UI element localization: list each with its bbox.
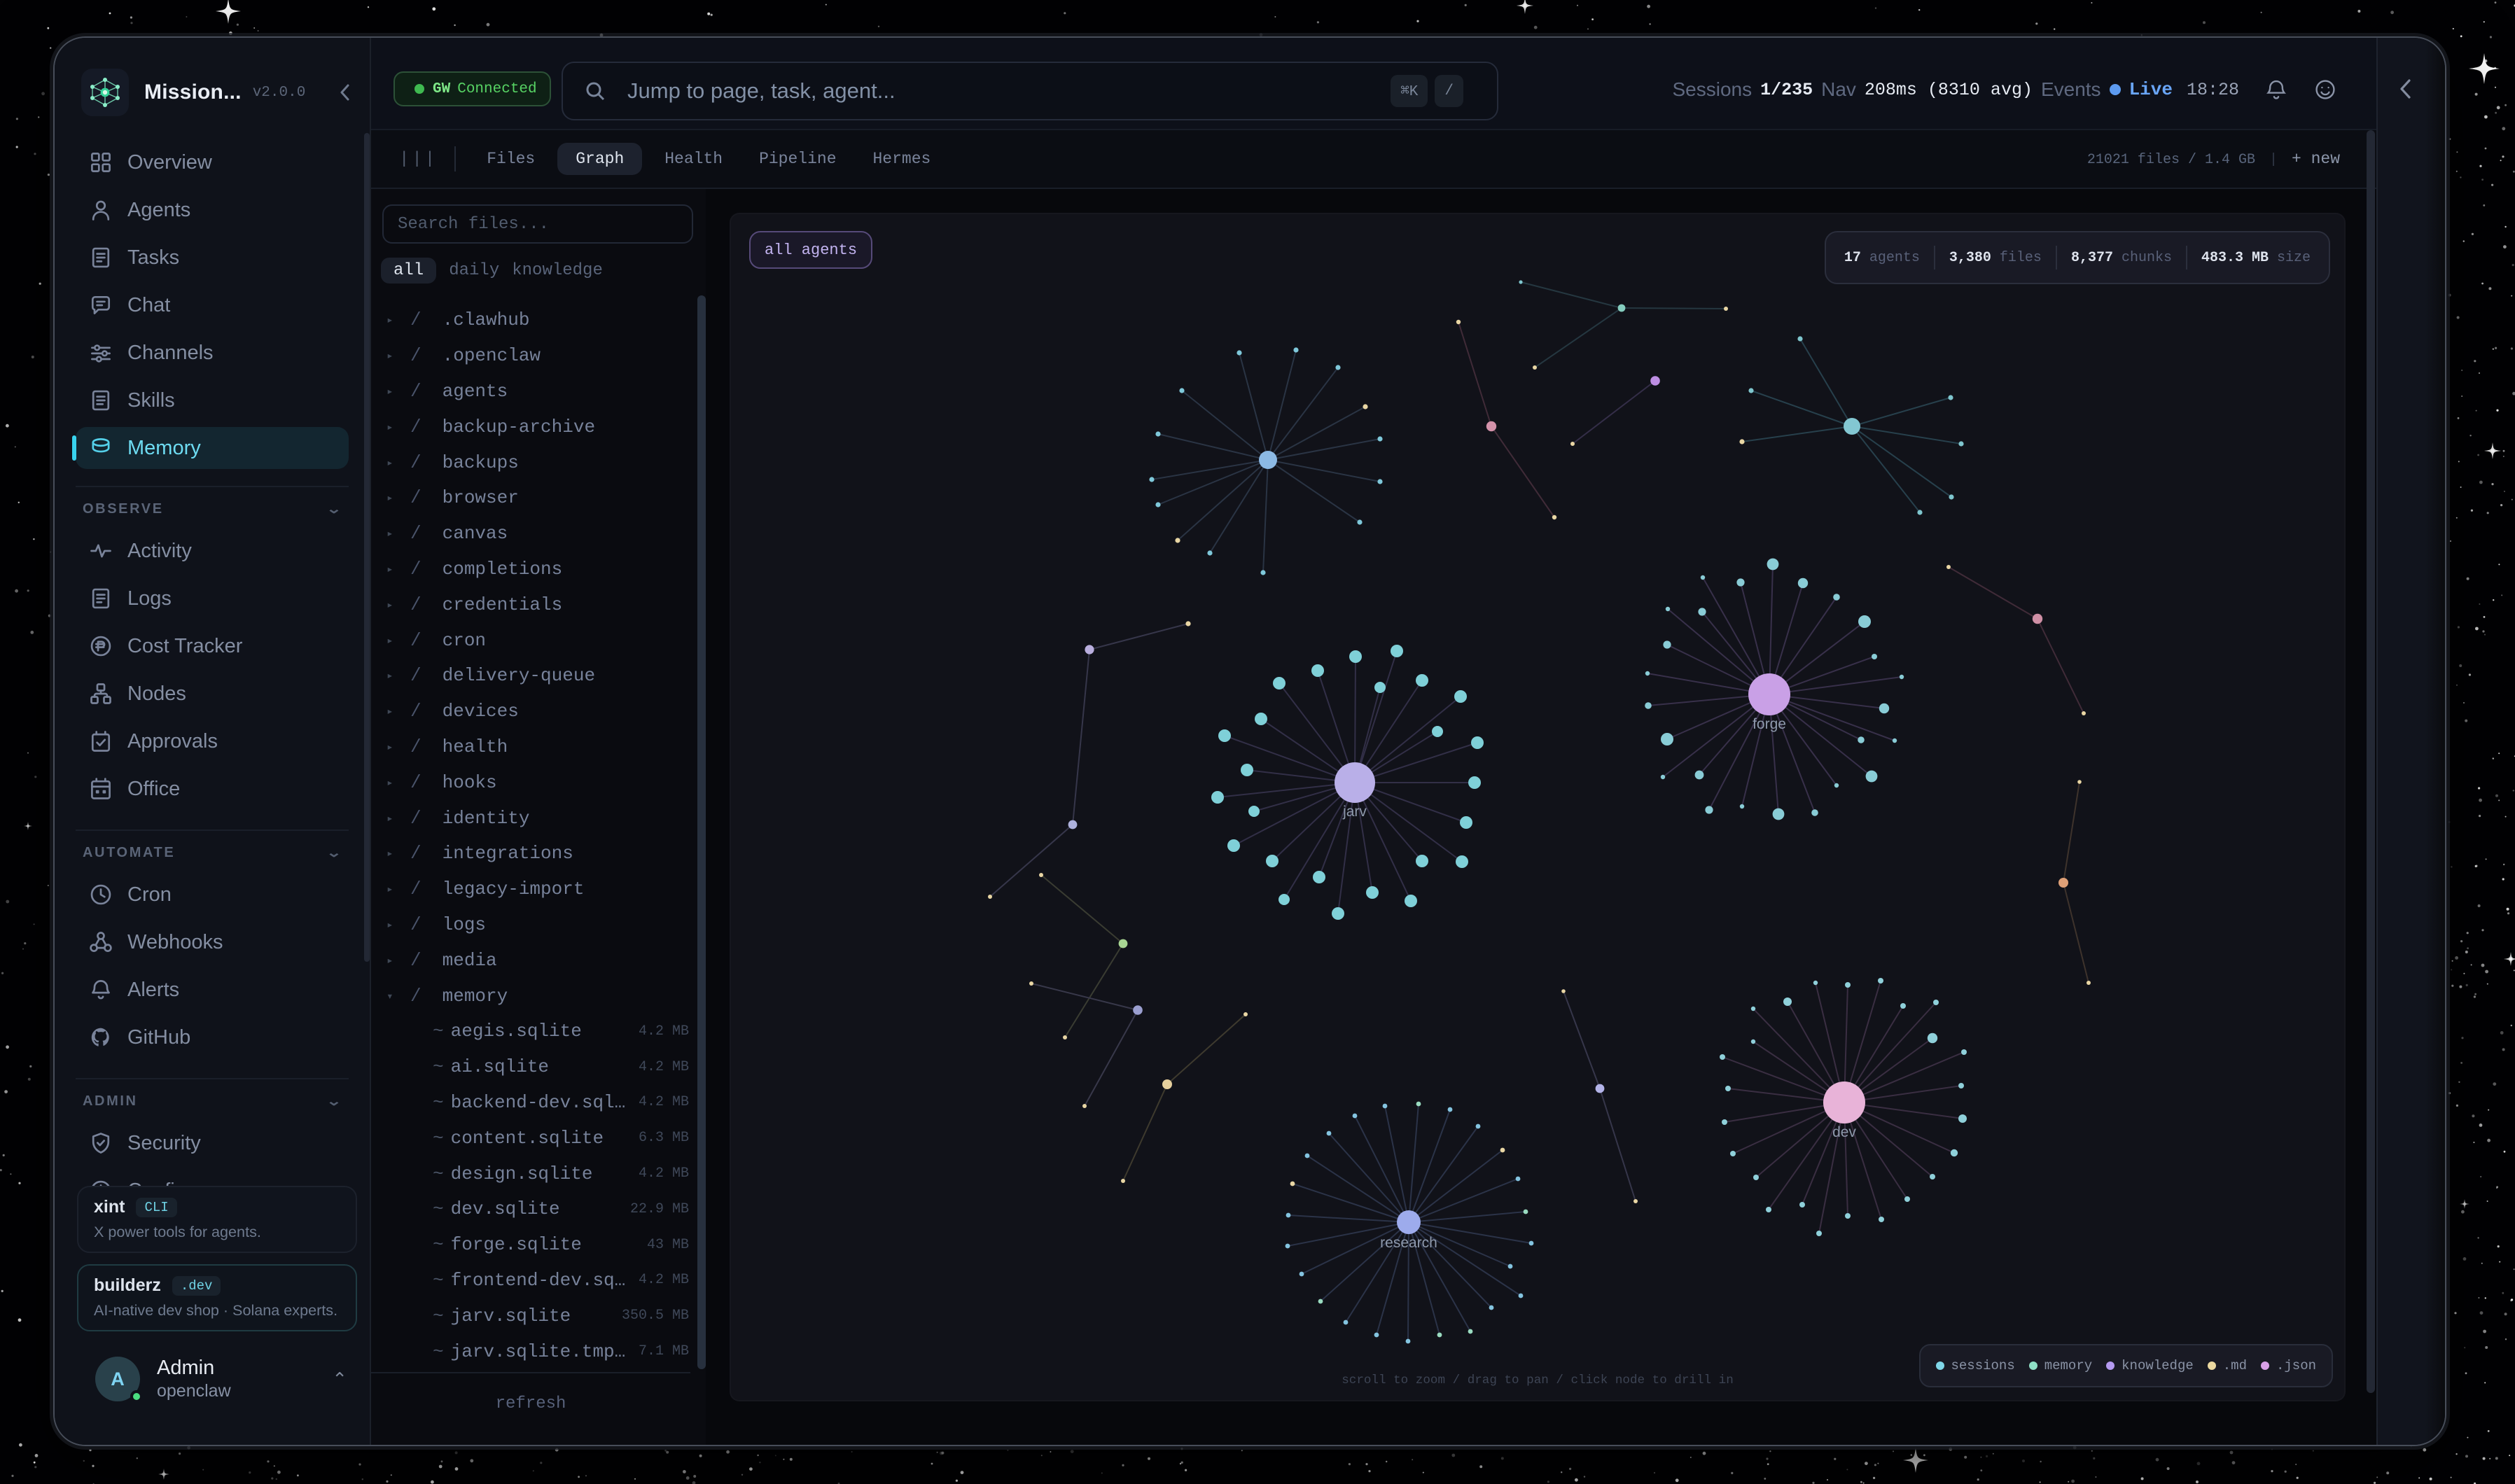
svg-text:research: research bbox=[1380, 1235, 1437, 1251]
svg-text:dev: dev bbox=[1832, 1124, 1856, 1140]
svg-text:forge: forge bbox=[1753, 716, 1786, 732]
svg-text:jarv: jarv bbox=[1342, 804, 1367, 820]
